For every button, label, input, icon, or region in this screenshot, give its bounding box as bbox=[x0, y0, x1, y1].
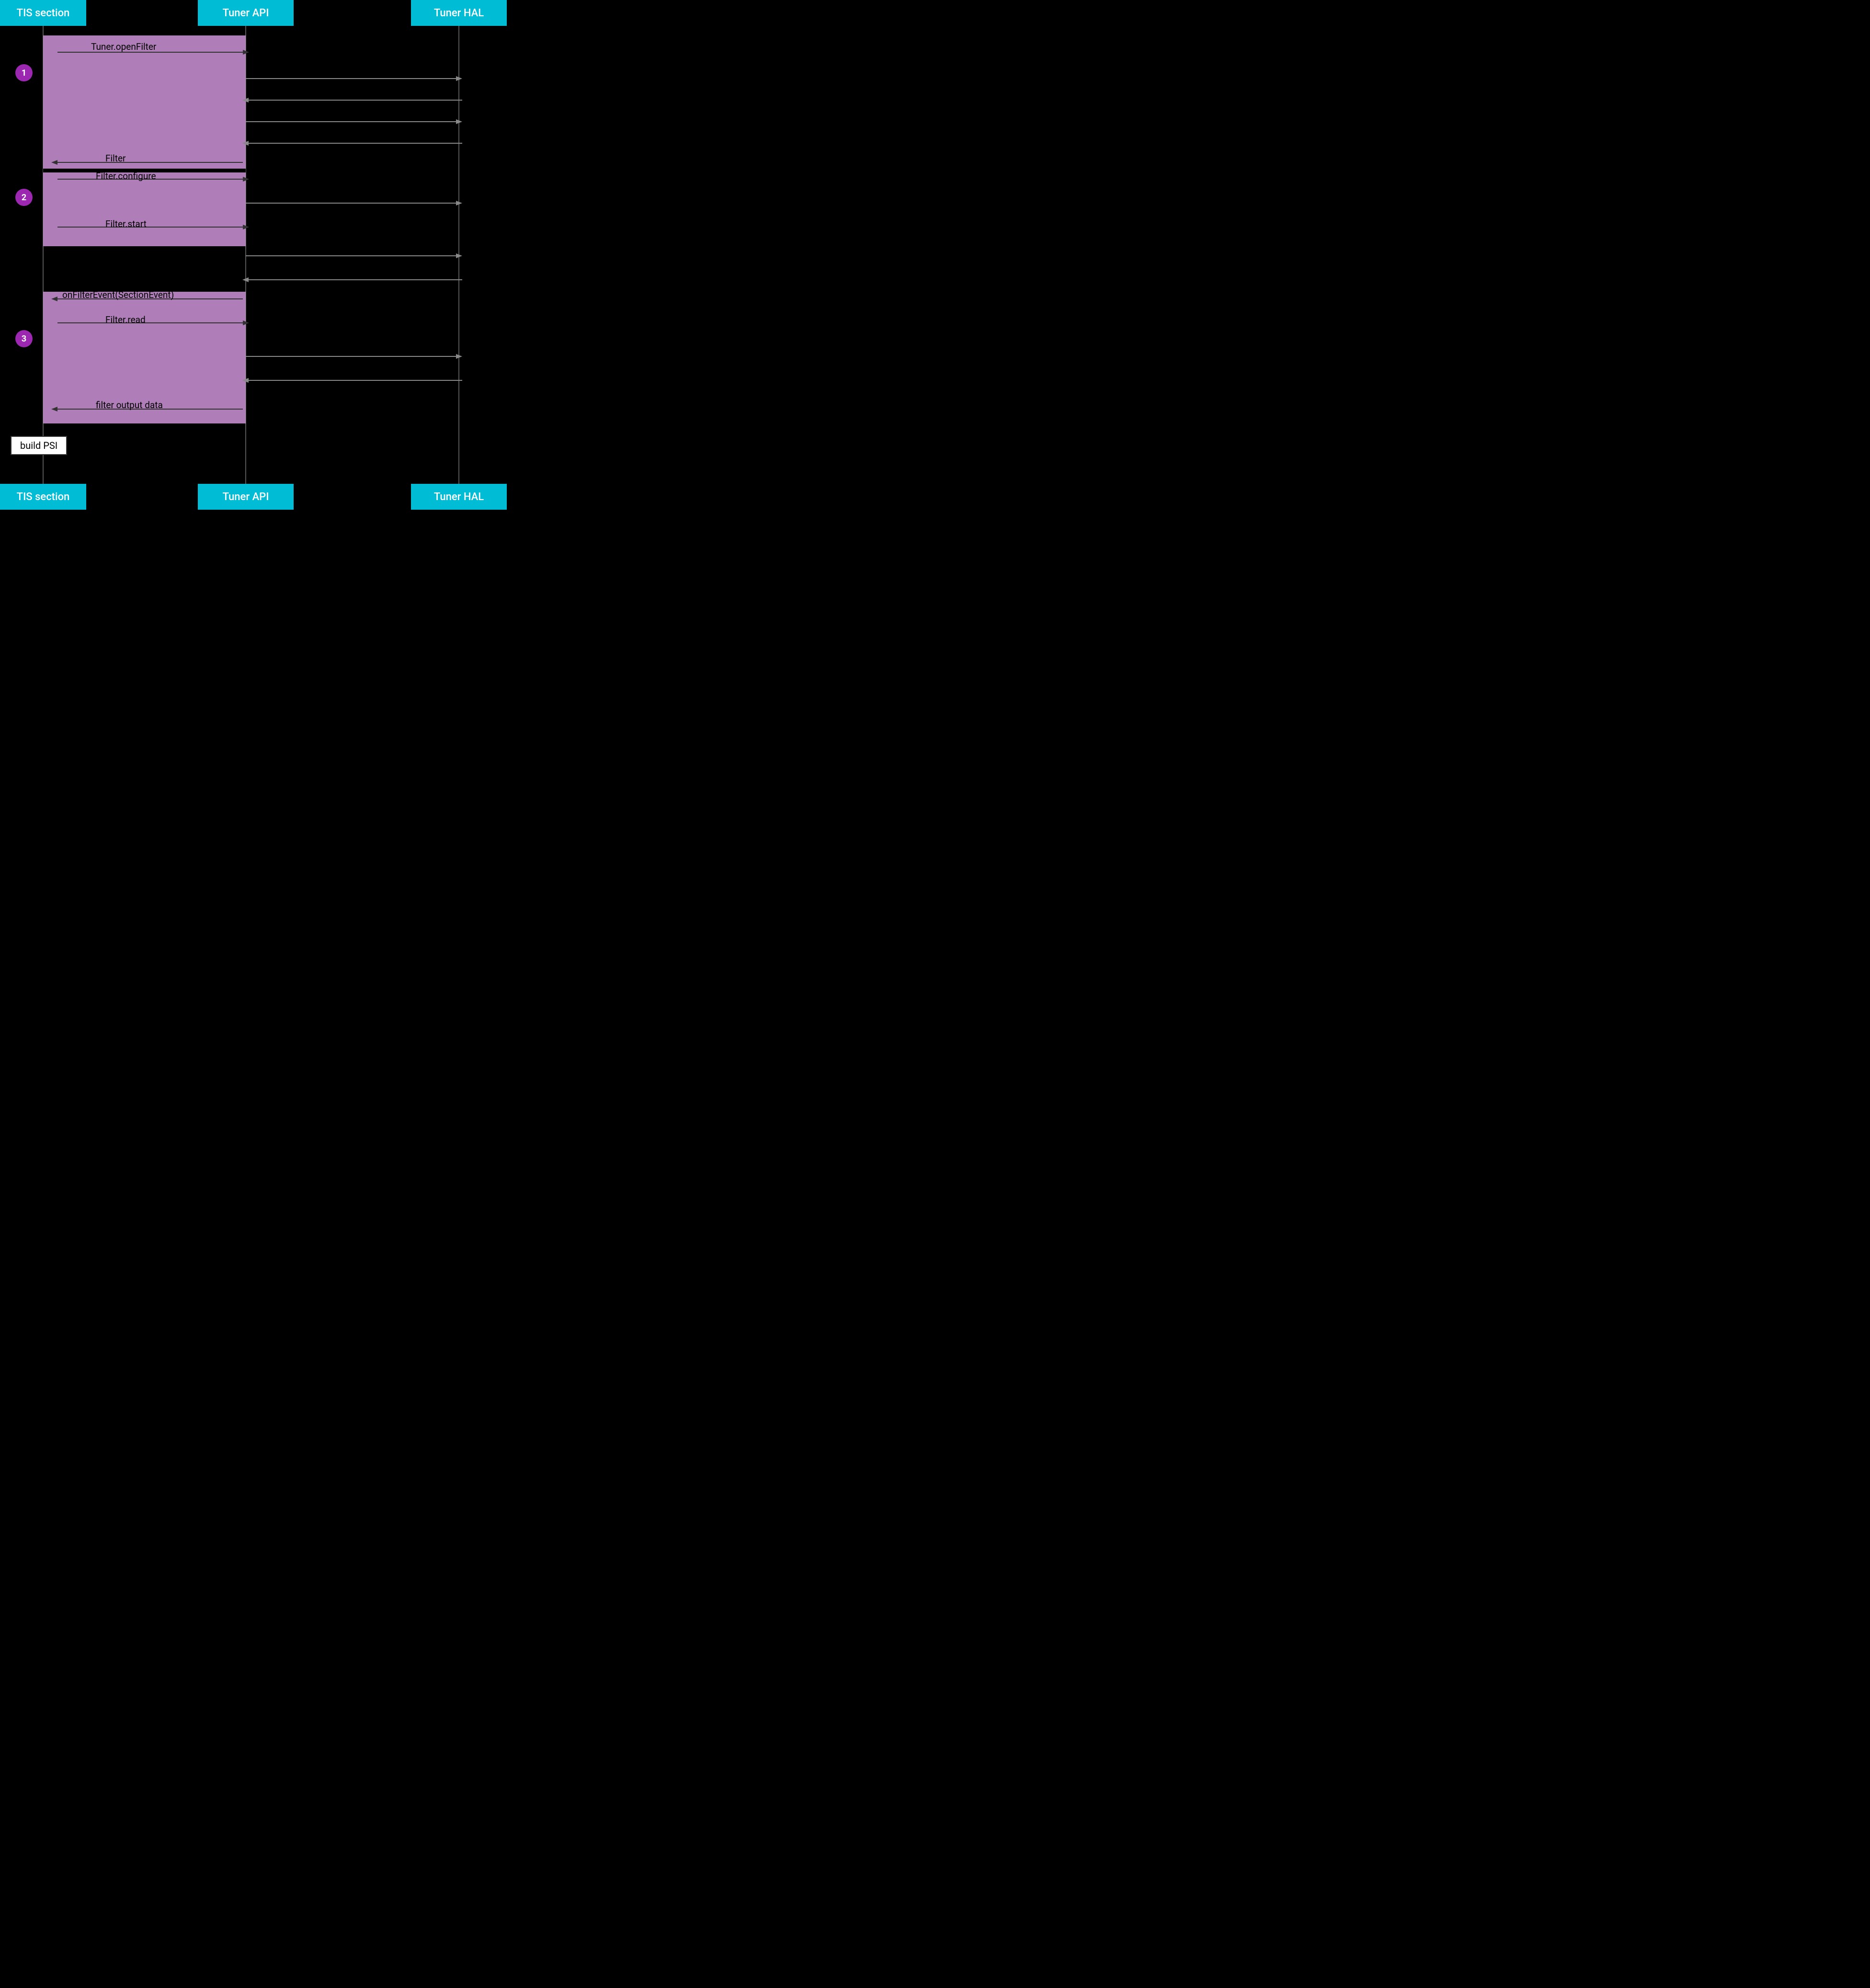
build-psi-box: build PSI bbox=[11, 436, 67, 455]
footer-tuner-api: Tuner API bbox=[198, 484, 294, 510]
diagram-container: TIS section Tuner API Tuner HAL bbox=[0, 0, 509, 510]
step-3: 3 bbox=[15, 330, 33, 347]
label-tuner-open-filter: Tuner.openFilter bbox=[91, 41, 156, 52]
step-1: 1 bbox=[15, 64, 33, 81]
label-filter-read: Filter.read bbox=[105, 314, 146, 325]
sequence-area: Tuner.openFilter Filter Filter.configure… bbox=[0, 26, 509, 484]
header-bar: TIS section Tuner API Tuner HAL bbox=[0, 0, 509, 26]
label-on-filter-event: onFilterEvent(SectionEvent) bbox=[62, 289, 174, 300]
header-tuner-hal: Tuner HAL bbox=[411, 0, 507, 26]
header-tuner-api: Tuner API bbox=[198, 0, 294, 26]
footer-tis: TIS section bbox=[0, 484, 86, 510]
header-tis: TIS section bbox=[0, 0, 86, 26]
footer-bar: TIS section Tuner API Tuner HAL bbox=[0, 484, 509, 510]
label-filter: Filter bbox=[105, 153, 125, 164]
step-2: 2 bbox=[15, 189, 33, 206]
label-filter-output: filter output data bbox=[96, 400, 163, 411]
label-filter-configure: Filter.configure bbox=[96, 171, 156, 182]
footer-tuner-hal: Tuner HAL bbox=[411, 484, 507, 510]
label-filter-start: Filter.start bbox=[105, 218, 147, 229]
diagram-svg bbox=[0, 26, 509, 484]
